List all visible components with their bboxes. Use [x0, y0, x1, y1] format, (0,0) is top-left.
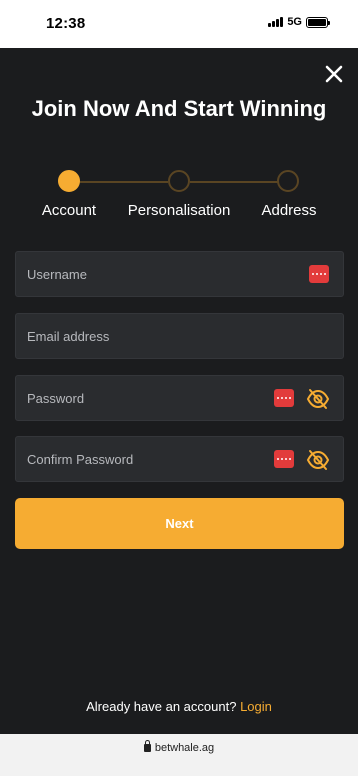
email-placeholder: Email address: [27, 329, 110, 344]
signal-icon: [268, 17, 284, 27]
status-time: 12:38: [46, 15, 86, 32]
eye-off-icon[interactable]: [306, 388, 330, 410]
status-bar: 12:38 5G: [0, 0, 358, 48]
network-type: 5G: [287, 16, 302, 28]
login-link[interactable]: Login: [240, 699, 272, 714]
password-placeholder: Password: [27, 391, 85, 406]
password-manager-icon[interactable]: [309, 265, 329, 283]
step-indicator-personalisation: [168, 170, 190, 192]
username-field[interactable]: Username: [15, 251, 344, 297]
login-prompt: Already have an account?: [86, 699, 237, 714]
eye-off-icon[interactable]: [306, 449, 330, 471]
login-prompt-line: Already have an account? Login: [0, 699, 358, 714]
step-connector: [190, 181, 278, 183]
url-display[interactable]: betwhale.ag: [0, 740, 358, 754]
password-manager-icon[interactable]: [274, 389, 294, 407]
step-connector: [80, 181, 168, 183]
lock-icon: [143, 740, 151, 752]
browser-url-bar[interactable]: betwhale.ag: [0, 734, 358, 776]
modal-title: Join Now And Start Winning: [31, 96, 327, 121]
next-button[interactable]: Next: [15, 498, 344, 549]
confirm-password-placeholder: Confirm Password: [27, 452, 134, 467]
status-indicators: 5G: [268, 16, 330, 28]
password-field[interactable]: Password: [15, 375, 344, 421]
url-text: betwhale.ag: [154, 742, 215, 754]
signup-modal: Join Now And Start Winning Account Perso…: [0, 48, 358, 734]
step-indicator-account: [58, 170, 80, 192]
battery-icon: [306, 16, 330, 28]
email-field[interactable]: Email address: [15, 313, 344, 359]
step-label-address: Address: [261, 202, 317, 219]
close-icon[interactable]: [324, 64, 344, 84]
step-indicator-address: [277, 170, 299, 192]
step-label-personalisation: Personalisation: [127, 202, 231, 219]
confirm-password-field[interactable]: Confirm Password: [15, 436, 344, 482]
password-manager-icon[interactable]: [274, 450, 294, 468]
username-placeholder: Username: [27, 267, 87, 282]
step-label-account: Account: [41, 202, 97, 219]
